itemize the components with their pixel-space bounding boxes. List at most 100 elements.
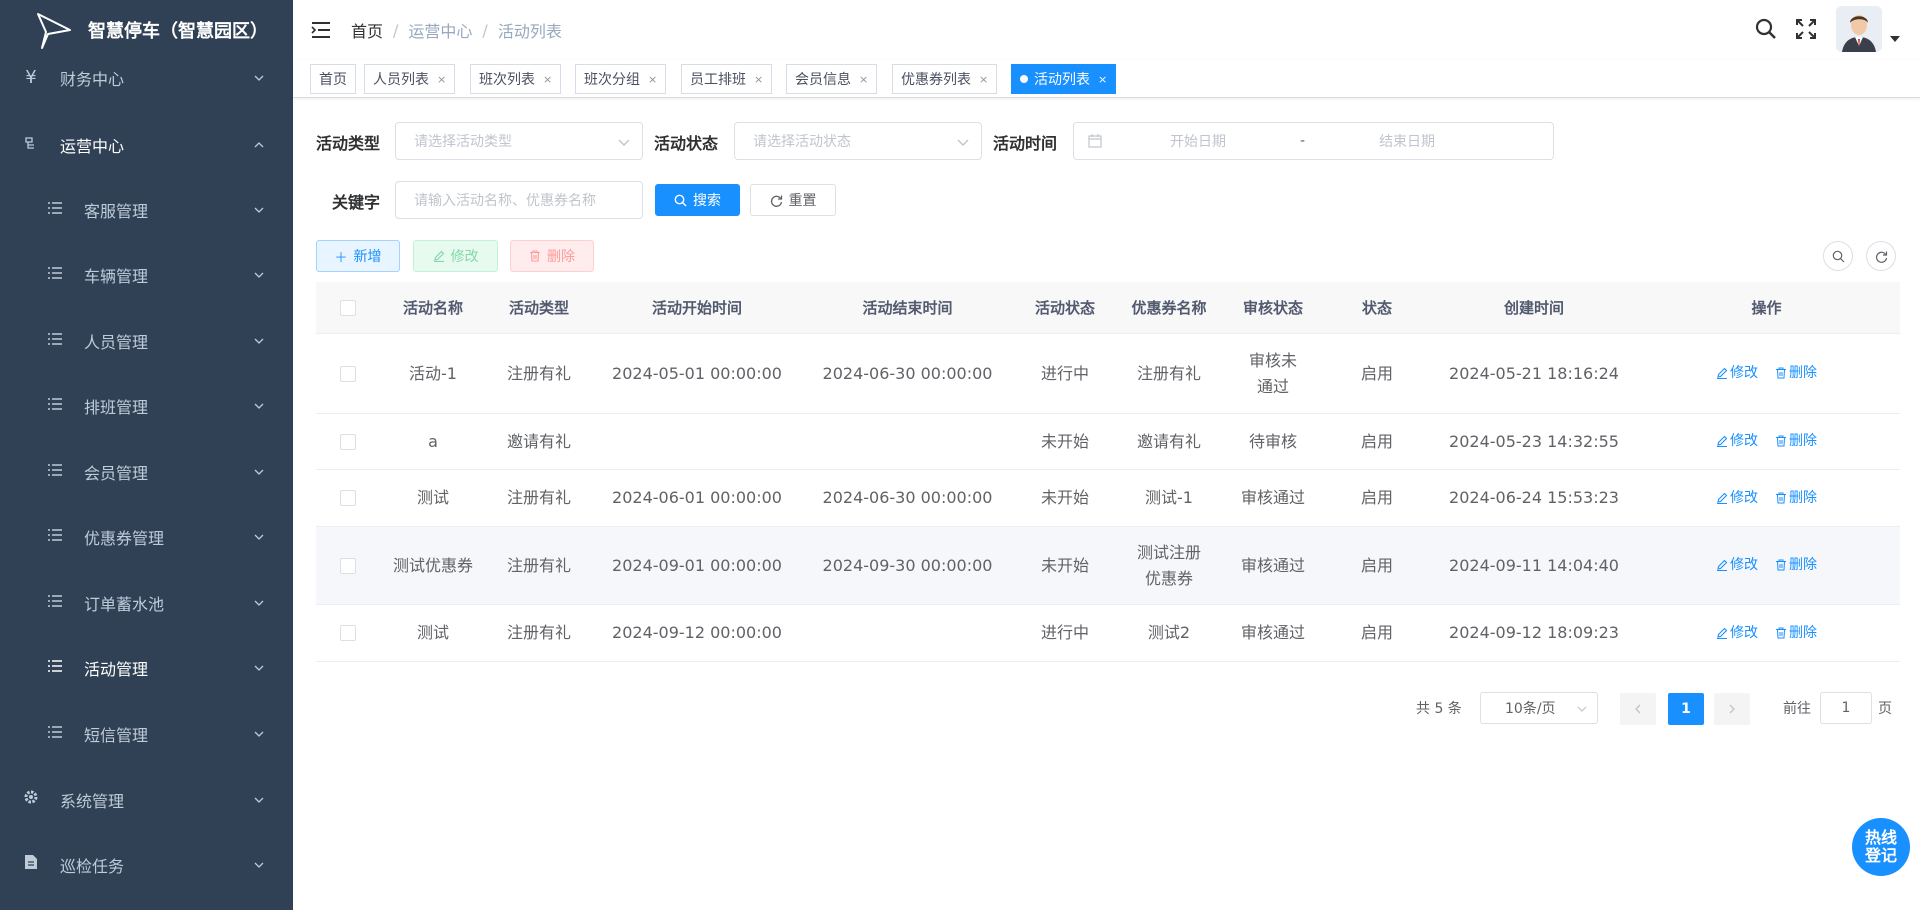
table-row[interactable]: 测试 注册有礼 2024-09-12 00:00:00 进行中 测试2 审核通过… — [316, 605, 1900, 662]
column-header[interactable]: 审核状态 — [1221, 295, 1325, 321]
breadcrumb-operations[interactable]: 运营中心 — [408, 18, 472, 42]
close-icon[interactable]: × — [543, 73, 552, 86]
column-header[interactable]: 创建时间 — [1429, 295, 1639, 321]
refresh-table-button[interactable] — [1866, 241, 1896, 271]
table-row[interactable]: 测试 注册有礼 2024-06-01 00:00:00 2024-06-30 0… — [316, 470, 1900, 527]
hamburger-icon[interactable] — [311, 21, 331, 39]
reset-button[interactable]: 重置 — [750, 184, 836, 216]
row-delete-label: 删除 — [1789, 433, 1818, 449]
column-header[interactable]: 优惠券名称 — [1117, 295, 1221, 321]
table-row[interactable]: 活动-1 注册有礼 2024-05-01 00:00:00 2024-06-30… — [316, 334, 1900, 414]
row-delete-link[interactable]: 删除 — [1775, 552, 1817, 578]
tag-shift-list[interactable]: 班次列表 × — [470, 64, 562, 94]
prev-page-button[interactable] — [1620, 693, 1656, 725]
row-edit-link[interactable]: 修改 — [1716, 428, 1758, 454]
sidebar-item-staff[interactable]: 人员管理 — [0, 308, 293, 373]
close-icon[interactable]: × — [437, 73, 446, 86]
goto-page-input[interactable]: 1 — [1820, 692, 1872, 724]
tag-coupon-list[interactable]: 优惠券列表 × — [892, 64, 998, 94]
search-icon — [1832, 250, 1844, 262]
sidebar-item-inspection[interactable]: 巡检任务 — [0, 832, 293, 897]
trash-icon — [1776, 492, 1787, 503]
row-edit-link[interactable]: 修改 — [1716, 620, 1758, 646]
row-edit-link[interactable]: 修改 — [1716, 485, 1758, 511]
column-header[interactable]: 活动名称 — [380, 295, 486, 321]
activity-type: 邀请有礼 — [506, 431, 571, 451]
row-checkbox[interactable] — [340, 490, 356, 506]
row-delete-link[interactable]: 删除 — [1775, 485, 1817, 511]
toggle-search-button[interactable] — [1823, 241, 1853, 271]
column-header[interactable]: 活动结束时间 — [802, 295, 1013, 321]
sidebar-item-members[interactable]: 会员管理 — [0, 439, 293, 504]
row-delete-link[interactable]: 删除 — [1775, 428, 1817, 454]
row-checkbox[interactable] — [340, 557, 356, 574]
tag-staff-schedule[interactable]: 员工排班 × — [681, 64, 773, 94]
table-row[interactable]: 测试优惠券 注册有礼 2024-09-01 00:00:00 2024-09-3… — [316, 527, 1900, 605]
fullscreen-icon[interactable] — [1794, 17, 1818, 41]
chevron-down-icon — [618, 139, 630, 146]
sidebar-item-vehicles[interactable]: 车辆管理 — [0, 242, 293, 307]
avatar[interactable] — [1836, 6, 1882, 52]
sidebar-item-finance[interactable]: ¥ 财务中心 — [0, 45, 293, 110]
close-icon[interactable]: × — [859, 73, 868, 86]
select-all-checkbox[interactable] — [340, 299, 356, 316]
table-row[interactable]: a 邀请有礼 未开始 邀请有礼 待审核 启用 2024-05-23 14:32:… — [316, 414, 1900, 470]
keyword-input[interactable]: 请输入活动名称、优惠券名称 — [395, 181, 643, 219]
row-edit-link[interactable]: 修改 — [1716, 360, 1758, 386]
tag-shift-group[interactable]: 班次分组 × — [575, 64, 667, 94]
delete-button-label: 删除 — [547, 249, 575, 265]
edit-button[interactable]: 修改 — [413, 240, 498, 272]
column-header[interactable]: 活动类型 — [486, 295, 592, 321]
sidebar-item-label: 人员管理 — [84, 332, 149, 352]
activity-status-select[interactable]: 请选择活动状态 — [734, 122, 982, 160]
add-button[interactable]: ＋ 新增 — [316, 240, 400, 272]
tag-staff-list[interactable]: 人员列表 × — [364, 64, 456, 94]
row-delete-link[interactable]: 删除 — [1775, 360, 1817, 386]
sidebar-item-activities[interactable]: 活动管理 — [0, 635, 293, 700]
caret-down-icon[interactable] — [1890, 36, 1900, 42]
row-edit-label: 修改 — [1729, 365, 1758, 381]
row-delete-link[interactable]: 删除 — [1775, 620, 1817, 646]
audit-status: 待审核 — [1248, 431, 1297, 451]
next-page-button[interactable] — [1714, 693, 1750, 725]
coupon-name: 测试2 — [1147, 623, 1191, 642]
tag-activity-list[interactable]: 活动列表 × — [1011, 64, 1117, 94]
column-header[interactable]: 活动开始时间 — [592, 295, 802, 321]
row-delete-label: 删除 — [1789, 624, 1818, 641]
hotline-register-button[interactable]: 热线 登记 — [1852, 818, 1910, 876]
sidebar-item-sms[interactable]: 短信管理 — [0, 701, 293, 766]
enabled-status: 启用 — [1360, 363, 1393, 383]
end-date-placeholder[interactable]: 结束日期 — [1379, 131, 1435, 151]
start-date-placeholder[interactable]: 开始日期 — [1170, 131, 1226, 151]
start-time: 2024-06-01 00:00:00 — [612, 488, 782, 507]
row-checkbox[interactable] — [340, 365, 356, 382]
close-icon[interactable]: × — [979, 73, 988, 86]
sidebar-item-scheduling[interactable]: 排班管理 — [0, 373, 293, 438]
close-icon[interactable]: × — [1098, 73, 1107, 86]
tag-member-info[interactable]: 会员信息 × — [786, 64, 878, 94]
row-checkbox[interactable] — [340, 433, 356, 450]
tag-label: 优惠券列表 — [901, 72, 971, 88]
close-icon[interactable]: × — [754, 73, 763, 86]
tag-home[interactable]: 首页 — [310, 64, 356, 94]
activity-date-range[interactable]: 开始日期 - 结束日期 — [1073, 122, 1554, 160]
close-icon[interactable]: × — [648, 73, 657, 86]
delete-button[interactable]: 删除 — [510, 240, 594, 272]
column-header[interactable]: 活动状态 — [1013, 295, 1117, 321]
list-icon — [46, 395, 64, 416]
search-button[interactable]: 搜索 — [655, 184, 740, 216]
sidebar-item-label: 优惠券管理 — [84, 528, 165, 548]
column-header[interactable]: 状态 — [1325, 295, 1429, 321]
breadcrumb-home[interactable]: 首页 — [351, 18, 383, 42]
sidebar-item-order-pool[interactable]: 订单蓄水池 — [0, 570, 293, 635]
sidebar-item-operations[interactable]: 运营中心 — [0, 112, 293, 177]
search-icon[interactable] — [1754, 17, 1778, 41]
activity-type-select[interactable]: 请选择活动类型 — [395, 122, 643, 160]
sidebar-item-coupons[interactable]: 优惠券管理 — [0, 504, 293, 569]
row-checkbox[interactable] — [340, 625, 356, 641]
row-edit-link[interactable]: 修改 — [1716, 552, 1758, 578]
sidebar-item-system[interactable]: 系统管理 — [0, 767, 293, 832]
page-size-select[interactable]: 10条/页 — [1480, 692, 1598, 724]
sidebar-item-customer-service[interactable]: 客服管理 — [0, 177, 293, 242]
page-button-current[interactable]: 1 — [1668, 693, 1704, 725]
